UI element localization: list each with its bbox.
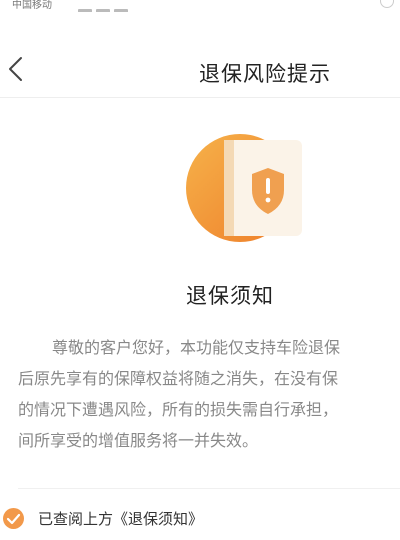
notice-line: 尊敬的客户您好，本功能仅支持车险退保: [52, 338, 341, 357]
carrier-name: 中国移动: [12, 0, 52, 11]
notice-body: 尊敬的客户您好，本功能仅支持车险退保 后原先享有的保障权益将随之消失，在没有保 …: [18, 332, 400, 456]
nav-bar: 退保风险提示: [0, 44, 400, 98]
page-title: 退保风险提示: [199, 62, 331, 86]
shield-warning-illustration: [186, 132, 308, 244]
agreement-row[interactable]: 已查阅上方《退保须知》: [0, 504, 400, 534]
notice-title: 退保须知: [186, 284, 274, 308]
back-button[interactable]: [4, 54, 28, 84]
agreement-checkbox[interactable]: [3, 508, 24, 529]
divider: [18, 488, 400, 489]
checkmark-icon: [6, 513, 21, 525]
agreement-label: 已查阅上方《退保须知》: [38, 510, 204, 528]
shield-warning-icon: [186, 134, 302, 242]
status-bar: 中国移动: [0, 0, 400, 12]
notice-line: 后原先享有的保障权益将随之消失，在没有保: [18, 369, 339, 388]
notice-line: 间所享受的增值服务将一并失效。: [18, 431, 259, 450]
notice-line: 的情况下遭遇风险，所有的损失需自行承担，: [18, 400, 339, 419]
chevron-left-icon: [9, 57, 22, 81]
signal-icon: [78, 0, 158, 12]
status-icon: [380, 0, 394, 8]
